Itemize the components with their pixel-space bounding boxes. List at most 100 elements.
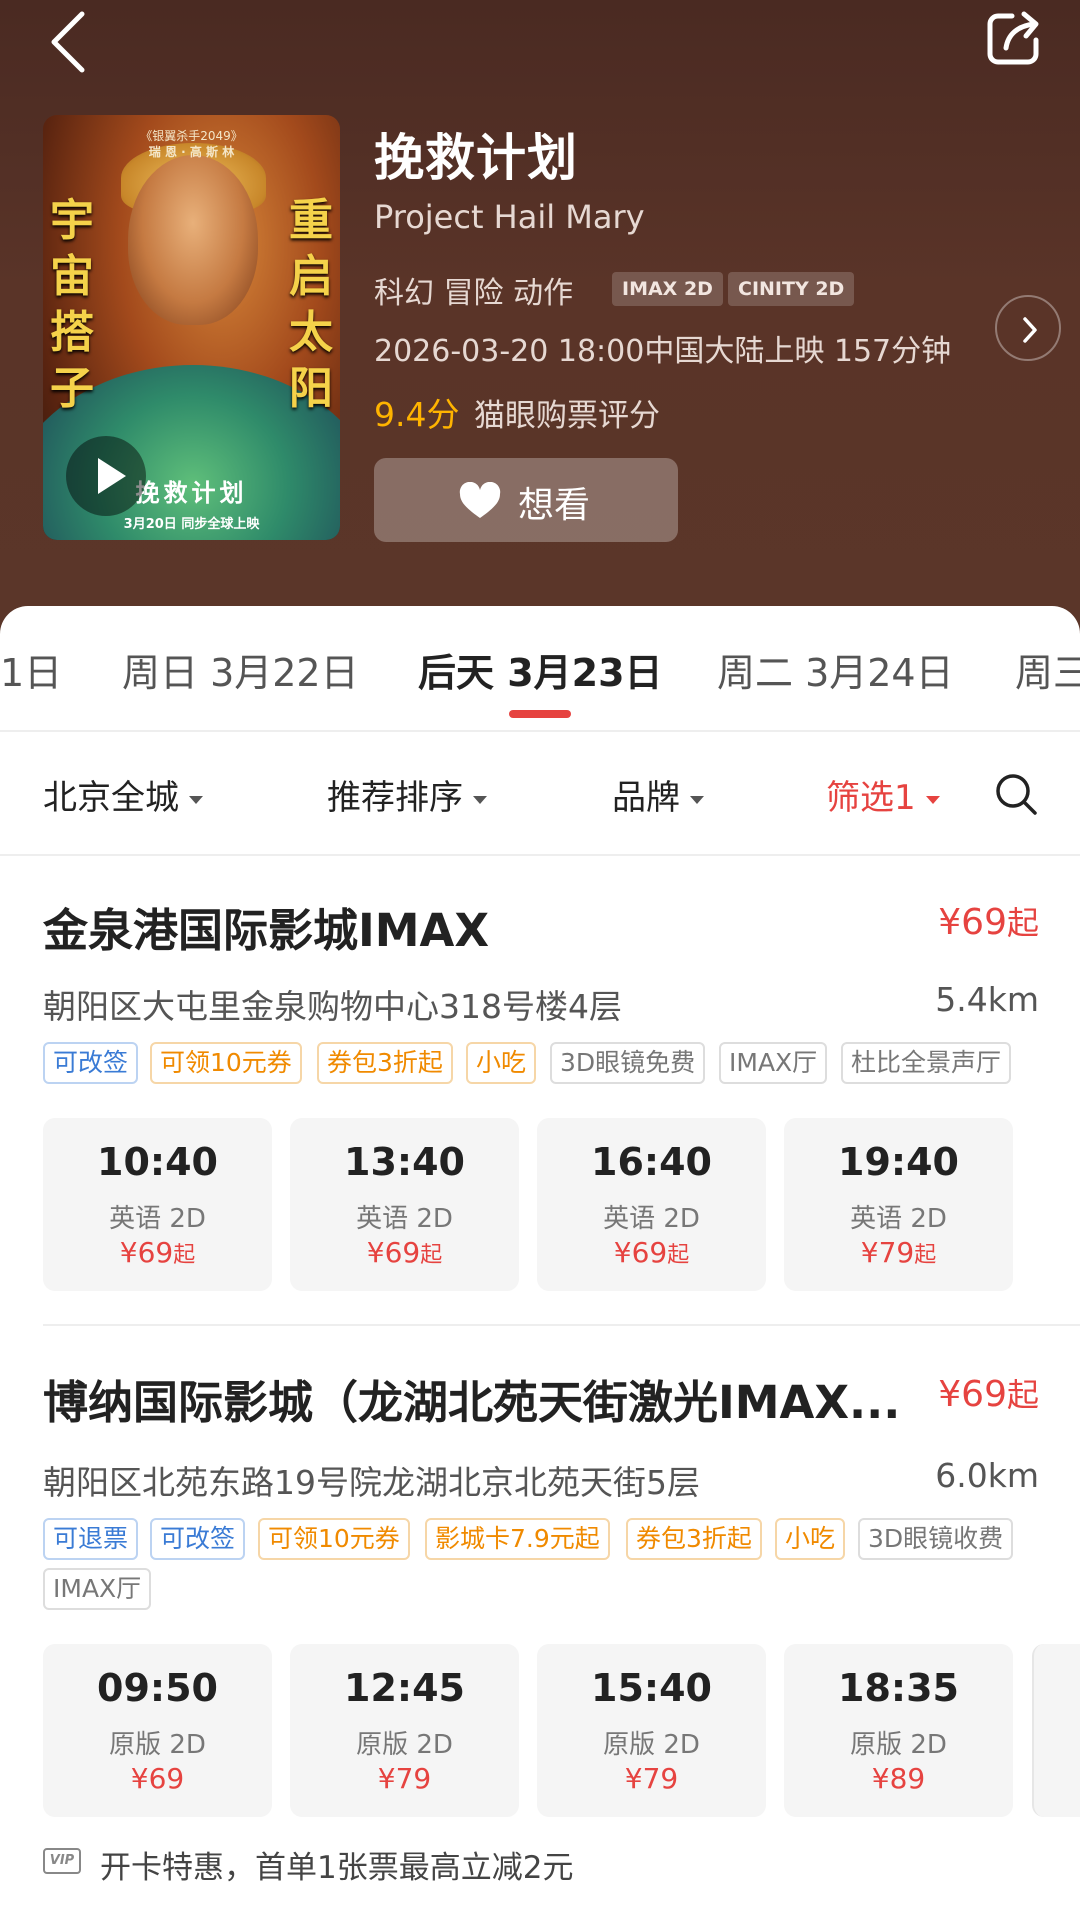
price-suffix: 起 [1006,1376,1039,1414]
poster-right-char-4: 阳 [289,363,333,414]
showtime-price-value: ¥79 [860,1236,915,1269]
sort-filter[interactable]: 推荐排序 [327,770,487,819]
tag-cinema-card: 影城卡7.9元起 [425,1518,610,1560]
showtime-price: ¥69 [130,1762,185,1795]
movie-english-title: Project Hail Mary [374,198,645,236]
poster-left-char-2: 宙 [50,251,94,302]
caret-down-icon [473,795,487,804]
showtime-card[interactable]: 12:45 原版 2D ¥79 [290,1644,519,1817]
want-to-see-button[interactable]: 想看 [374,458,678,542]
city-filter-label: 北京全城 [43,778,179,818]
cinema-distance: 6.0km [935,1456,1039,1495]
showtime-time: 09:50 [97,1666,218,1710]
cinema-divider [43,1324,1080,1326]
want-to-see-label: 想看 [518,485,591,526]
poster-right-char-1: 重 [289,195,333,246]
date-tab-25[interactable]: 周三 [1015,642,1080,697]
caret-down-icon [925,795,940,804]
poster-left-char-4: 子 [50,363,94,414]
poster-date: 3月20日 同步全球上映 [123,517,260,532]
showtime-price: ¥79 [377,1762,432,1795]
tag-coupon-pack: 券包3折起 [317,1042,453,1084]
showtime-price: ¥79 [624,1762,679,1795]
showtime-version: 英语 2D [109,1204,206,1234]
showtime-version: 英语 2D [850,1204,947,1234]
poster-left-char-1: 宇 [50,195,94,246]
showtime-time: 12:45 [344,1666,465,1710]
price-suffix: 起 [1006,904,1039,942]
showtime-price: ¥79起 [784,1236,1013,1269]
tag-imax-hall: IMAX厅 [719,1042,828,1084]
poster-face [128,155,258,325]
active-date-indicator [509,710,571,718]
tag-imax-hall: IMAX厅 [43,1568,152,1610]
movie-title: 挽救计划 [374,129,578,187]
tag-refund: 可退票 [43,1518,139,1560]
showtime-card[interactable]: 16:40 英语 2D ¥69起 [537,1118,766,1291]
format-tag-cinity: CINITY 2D [728,272,855,306]
vip-icon: VIP [43,1848,81,1874]
tag-coupon-pack: 券包3折起 [626,1518,762,1560]
cinema-min-price-value: ¥69 [938,902,1007,943]
showtime-version: 原版 2D [850,1730,947,1760]
share-icon[interactable] [984,8,1044,68]
price-suffix: 起 [173,1243,196,1268]
showtime-version: 原版 2D [603,1730,700,1760]
cinema-distance: 5.4km [935,980,1039,1019]
cinema-address: 朝阳区北苑东路19号院龙湖北京北苑天街5层 [43,1463,700,1502]
filter-divider [0,854,1080,856]
showtime-price: ¥69起 [290,1236,519,1269]
brand-filter-label: 品牌 [612,778,680,818]
showtime-time: 19:40 [838,1140,959,1184]
caret-down-icon [189,795,203,804]
date-tabs-divider [0,730,1080,732]
showtime-price: ¥89 [871,1762,926,1795]
caret-down-icon [690,795,704,804]
play-trailer-button[interactable] [66,436,146,516]
screen-filter[interactable]: 筛选1 [826,770,940,819]
brand-filter[interactable]: 品牌 [612,770,704,819]
date-tab-22[interactable]: 周日 3月22日 [122,642,359,697]
back-icon[interactable] [36,6,106,76]
rating-score: 9.4分 [374,395,460,434]
date-tab-24[interactable]: 周二 3月24日 [717,642,954,697]
screen-filter-label: 筛选1 [826,778,916,818]
tag-coupon: 可领10元券 [150,1042,302,1084]
price-suffix: 起 [914,1243,937,1268]
cinema-name[interactable]: 金泉港国际影城IMAX [43,894,903,959]
showtime-time: 16:40 [591,1140,712,1184]
cinema-name[interactable]: 博纳国际影城（龙湖北苑天街激光IMAX... [43,1366,903,1431]
showtime-time: 10:40 [97,1140,218,1184]
tag-snacks: 小吃 [775,1518,846,1560]
movie-genres: 科幻 冒险 动作 [374,276,574,311]
sort-filter-label: 推荐排序 [327,778,463,818]
showtime-card[interactable]: 10:40 英语 2D ¥69起 [43,1118,272,1291]
date-tab-21[interactable]: 1日 [0,642,62,697]
showtime-card-partial[interactable] [1032,1644,1080,1817]
showtime-card[interactable]: 09:50 原版 2D ¥69 [43,1644,272,1817]
showtime-card[interactable]: 19:40 英语 2D ¥79起 [784,1118,1013,1291]
showtime-card[interactable]: 15:40 原版 2D ¥79 [537,1644,766,1817]
price-suffix: 起 [667,1243,690,1268]
showtime-time: 13:40 [344,1140,465,1184]
poster-right-char-3: 太 [289,307,333,358]
cinema-min-price-value: ¥69 [938,1374,1007,1415]
movie-detail-button[interactable] [995,295,1061,361]
heart-icon [459,482,501,518]
tag-reschedule: 可改签 [150,1518,246,1560]
showtime-version: 原版 2D [356,1730,453,1760]
vip-promo-text[interactable]: 开卡特惠，首单1张票最高立减2元 [100,1842,573,1887]
release-info: 2026-03-20 18:00中国大陆上映 157分钟 [374,334,952,369]
format-tag-imax: IMAX 2D [612,272,723,306]
search-icon[interactable] [994,772,1038,816]
showtime-version: 英语 2D [356,1204,453,1234]
poster-top-line-2: 瑞 恩 · 高 斯 林 [148,145,235,159]
tag-3d-glasses: 3D眼镜免费 [550,1042,706,1084]
cinema-min-price: ¥69起 [938,898,1039,944]
showtime-card[interactable]: 18:35 原版 2D ¥89 [784,1644,1013,1817]
city-filter[interactable]: 北京全城 [43,770,203,819]
date-tab-23[interactable]: 后天 3月23日 [418,642,663,697]
chevron-right-icon [1023,317,1037,343]
showtime-card[interactable]: 13:40 英语 2D ¥69起 [290,1118,519,1291]
showtime-price-value: ¥69 [366,1236,421,1269]
